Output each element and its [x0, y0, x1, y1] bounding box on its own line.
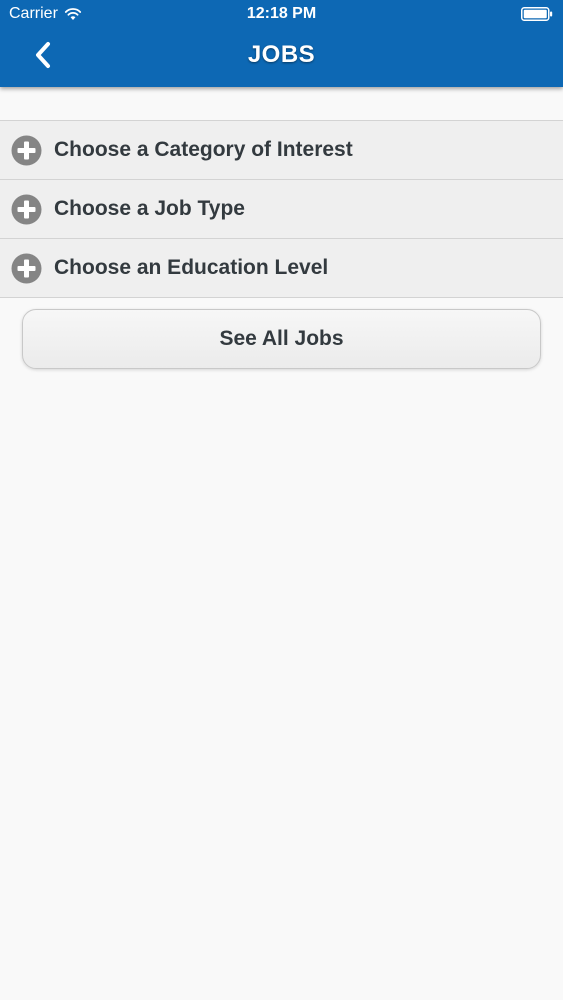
- filter-item-education-level[interactable]: Choose an Education Level: [0, 239, 563, 298]
- filter-list: Choose a Category of Interest Choose a J…: [0, 120, 563, 298]
- status-bar: Carrier 12:18 PM: [0, 0, 563, 28]
- filter-item-label: Choose an Education Level: [54, 256, 329, 279]
- plus-circle-icon: [11, 194, 42, 224]
- filter-item-category[interactable]: Choose a Category of Interest: [0, 121, 563, 180]
- filter-item-label: Choose a Job Type: [54, 197, 245, 220]
- plus-circle-icon: [11, 253, 42, 283]
- status-time: 12:18 PM: [246, 5, 317, 22]
- see-all-jobs-label: See All Jobs: [219, 327, 344, 350]
- navigation-bar: JOBS: [0, 28, 563, 87]
- top-bar: Carrier 12:18 PM JOBS: [0, 0, 563, 87]
- page-title: JOBS: [247, 41, 316, 68]
- filter-item-job-type[interactable]: Choose a Job Type: [0, 180, 563, 239]
- see-all-jobs-button[interactable]: See All Jobs: [22, 309, 541, 369]
- filter-item-label: Choose a Category of Interest: [54, 138, 353, 161]
- battery-icon: [521, 7, 553, 21]
- plus-circle-icon: [11, 135, 42, 165]
